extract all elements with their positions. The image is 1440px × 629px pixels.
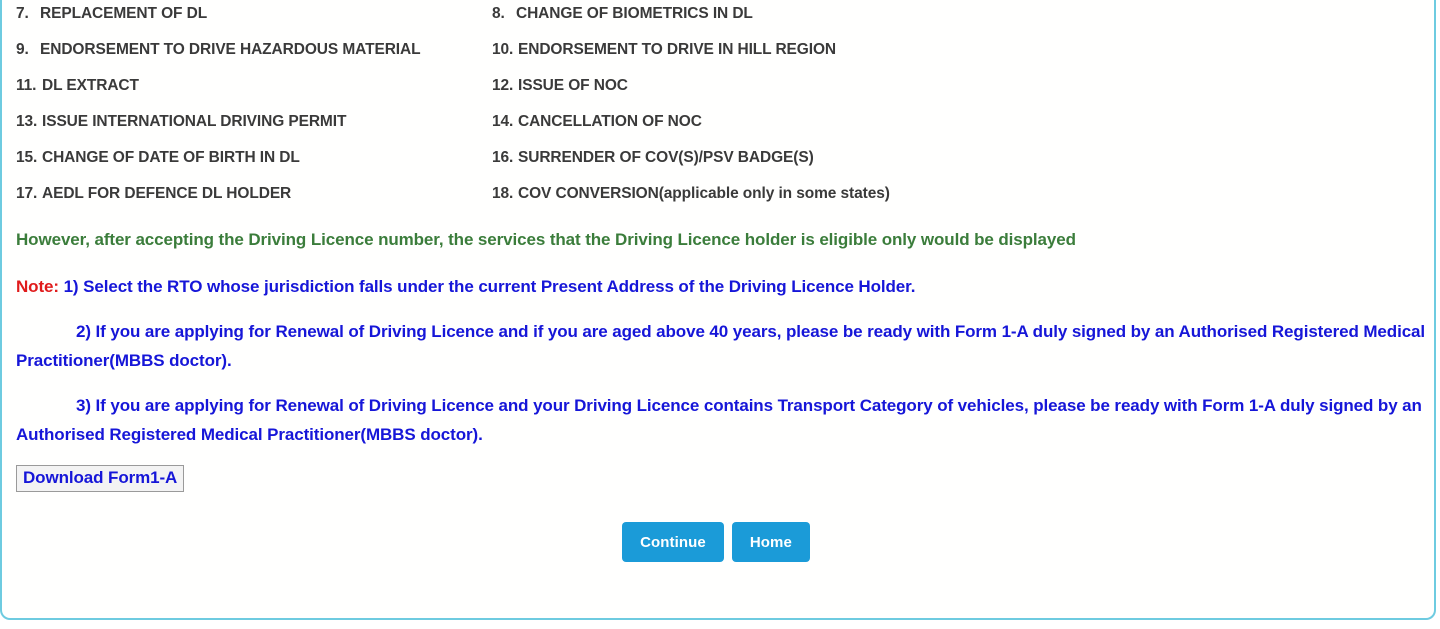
service-row: 13. ISSUE INTERNATIONAL DRIVING PERMIT 1…: [16, 104, 1426, 140]
service-label: ENDORSEMENT TO DRIVE IN HILL REGION: [518, 41, 837, 58]
service-item-11[interactable]: 11. DL EXTRACT: [16, 77, 492, 95]
service-number: 10.: [492, 41, 514, 58]
service-label: CHANGE OF DATE OF BIRTH IN DL: [42, 149, 300, 166]
service-number: 18.: [492, 185, 514, 202]
note-item-3: 3) If you are applying for Renewal of Dr…: [16, 396, 1422, 444]
service-row: 15. CHANGE OF DATE OF BIRTH IN DL 16. SU…: [16, 140, 1426, 176]
service-number: 16.: [492, 149, 514, 166]
service-label: ISSUE INTERNATIONAL DRIVING PERMIT: [42, 113, 347, 130]
service-number: 11.: [16, 77, 37, 94]
service-row: 9. ENDORSEMENT TO DRIVE HAZARDOUS MATERI…: [16, 32, 1426, 68]
continue-button[interactable]: Continue: [622, 522, 724, 562]
service-number: 7.: [16, 5, 29, 22]
download-form1a-link[interactable]: Download Form1-A: [16, 465, 185, 492]
service-item-9[interactable]: 9. ENDORSEMENT TO DRIVE HAZARDOUS MATERI…: [16, 41, 492, 59]
service-row: 11. DL EXTRACT 12. ISSUE OF NOC: [16, 68, 1426, 104]
home-button[interactable]: Home: [731, 522, 810, 562]
service-label: DL EXTRACT: [42, 77, 139, 94]
service-number: 17.: [16, 185, 38, 202]
service-item-17[interactable]: 17. AEDL FOR DEFENCE DL HOLDER: [16, 185, 492, 203]
note-label: Note:: [16, 277, 59, 296]
service-item-18[interactable]: 18. COV CONVERSION (applicable only in s…: [492, 185, 1192, 203]
page-frame: 5. CHANGE OF ADDRESS IN DL 6. CHANGE OF …: [0, 0, 1436, 620]
service-label: CHANGE OF BIOMETRICS IN DL: [516, 5, 753, 22]
service-item-14[interactable]: 14. CANCELLATION OF NOC: [492, 113, 1192, 131]
service-item-16[interactable]: 16. SURRENDER OF COV(S)/PSV BADGE(S): [492, 149, 1192, 167]
services-list: 5. CHANGE OF ADDRESS IN DL 6. CHANGE OF …: [16, 0, 1426, 212]
service-label: COV CONVERSION: [518, 185, 659, 202]
action-buttons: Continue Home: [16, 522, 1426, 562]
service-number: 14.: [492, 113, 514, 130]
note-item-2: 2) If you are applying for Renewal of Dr…: [16, 322, 1426, 370]
service-label: ISSUE OF NOC: [518, 77, 628, 94]
service-item-10[interactable]: 10. ENDORSEMENT TO DRIVE IN HILL REGION: [492, 41, 1192, 59]
service-label: REPLACEMENT OF DL: [40, 5, 208, 22]
service-number: 9.: [16, 41, 29, 58]
service-item-13[interactable]: 13. ISSUE INTERNATIONAL DRIVING PERMIT: [16, 113, 492, 131]
note-block: Note: 1) Select the RTO whose jurisdicti…: [16, 272, 1426, 449]
service-number: 13.: [16, 113, 38, 130]
service-row: 17. AEDL FOR DEFENCE DL HOLDER 18. COV C…: [16, 176, 1426, 212]
service-number: 12.: [492, 77, 514, 94]
service-label: SURRENDER OF COV(S)/PSV BADGE(S): [518, 149, 814, 166]
service-item-12[interactable]: 12. ISSUE OF NOC: [492, 77, 1192, 95]
service-item-8[interactable]: 8. CHANGE OF BIOMETRICS IN DL: [492, 5, 1192, 23]
service-label: AEDL FOR DEFENCE DL HOLDER: [42, 185, 292, 202]
page-content: 5. CHANGE OF ADDRESS IN DL 6. CHANGE OF …: [2, 0, 1438, 562]
download-form-wrap: Download Form1-A: [16, 465, 1426, 492]
service-row: 7. REPLACEMENT OF DL 8. CHANGE OF BIOMET…: [16, 0, 1426, 32]
service-label: ENDORSEMENT TO DRIVE HAZARDOUS MATERIAL: [40, 41, 421, 58]
eligibility-note: However, after accepting the Driving Lic…: [16, 230, 1076, 249]
service-number: 8.: [492, 5, 505, 22]
service-label: CANCELLATION OF NOC: [518, 113, 702, 130]
service-item-15[interactable]: 15. CHANGE OF DATE OF BIRTH IN DL: [16, 149, 492, 167]
service-label-note: (applicable only in some states): [658, 185, 890, 202]
note-item-1: Note: 1) Select the RTO whose jurisdicti…: [16, 272, 1426, 301]
service-item-7[interactable]: 7. REPLACEMENT OF DL: [16, 5, 492, 23]
note-item-1-text: 1) Select the RTO whose jurisdiction fal…: [63, 277, 916, 296]
service-number: 15.: [16, 149, 38, 166]
